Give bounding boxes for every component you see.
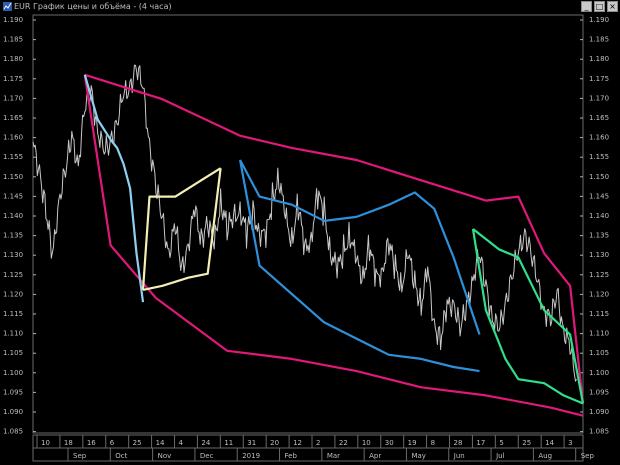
x-axis: 10 18 16 6 25 14 4 24 11 31 20 12 2 22 10 30 19 8 28 17 5 25 1… — [32, 434, 595, 462]
series-light-blue — [83, 74, 145, 303]
x-day-label: 14 — [156, 439, 165, 447]
x-month-label: Sep — [73, 452, 87, 460]
y-tick-label-left: 1.130 — [3, 251, 23, 259]
y-tick-label-left: 1.090 — [3, 408, 23, 416]
y-tick-label-right: 1.120 — [589, 290, 609, 298]
y-tick-label-right: 1.090 — [589, 408, 609, 416]
x-day-label: 18 — [64, 439, 73, 447]
x-day-label: 2 — [316, 439, 320, 447]
x-day-label: 25 — [133, 439, 142, 447]
x-month-label: Jul — [495, 452, 505, 460]
chart-series — [32, 64, 585, 417]
y-tick-label-right: 1.175 — [589, 75, 609, 83]
series-outer-upper — [84, 73, 585, 404]
x-day-label: 5 — [499, 439, 503, 447]
x-month-label: Mar — [327, 452, 340, 460]
y-tick-label-right: 1.165 — [589, 114, 609, 122]
x-month-label: Dec — [200, 452, 214, 460]
x-day-label: 12 — [293, 439, 302, 447]
y-tick-label-left: 1.175 — [3, 75, 23, 83]
y-tick-label-left: 1.190 — [3, 16, 23, 24]
y-tick-label-right: 1.180 — [589, 55, 609, 63]
y-tick-label-left: 1.185 — [3, 36, 23, 44]
x-month-label: Aug — [538, 452, 552, 460]
chart-window: EUR График цены и объёма - (4 часа) _ □ … — [0, 0, 620, 465]
y-tick-label-left: 1.100 — [3, 369, 23, 377]
y-tick-label-left: 1.145 — [3, 192, 23, 200]
plot-frame — [32, 14, 584, 434]
x-day-label: 4 — [179, 439, 184, 447]
y-axis-left: 1.190 1.185 1.180 1.175 1.170 1.165 1.160 1.155… — [3, 16, 36, 436]
y-tick-label-left: 1.085 — [3, 428, 23, 436]
x-day-label: 19 — [408, 439, 417, 447]
y-tick-label-right: 1.105 — [589, 349, 609, 357]
x-month-label: Nov — [158, 452, 172, 460]
x-day-label: 30 — [385, 439, 394, 447]
x-month-label: Oct — [115, 452, 127, 460]
y-axis-right: 1.190 1.185 1.180 1.175 1.170 1.165 1.160 1.155… — [580, 16, 609, 436]
x-day-label: 24 — [201, 439, 210, 447]
x-day-label: 8 — [431, 439, 435, 447]
y-tick-label-left: 1.150 — [3, 173, 23, 181]
y-tick-label-left: 1.140 — [3, 212, 23, 220]
price-chart[interactable]: 1.190 1.185 1.180 1.175 1.170 1.165 1.160 1.155… — [0, 0, 620, 465]
y-tick-label-right: 1.095 — [589, 388, 609, 396]
y-tick-label-left: 1.165 — [3, 114, 23, 122]
x-day-label: 10 — [362, 439, 371, 447]
x-month-label: Jun — [453, 452, 465, 460]
y-tick-label-left: 1.095 — [3, 388, 23, 396]
y-tick-label-left: 1.170 — [3, 94, 23, 102]
x-day-label: 16 — [87, 439, 96, 447]
y-tick-label-left: 1.110 — [3, 330, 23, 338]
y-tick-label-left: 1.125 — [3, 271, 23, 279]
y-tick-label-left: 1.105 — [3, 349, 23, 357]
x-day-label: 20 — [270, 439, 279, 447]
x-day-label: 11 — [224, 439, 233, 447]
y-tick-label-right: 1.170 — [589, 94, 609, 102]
y-tick-label-left: 1.120 — [3, 290, 23, 298]
y-tick-label-right: 1.145 — [589, 192, 609, 200]
y-tick-label-right: 1.100 — [589, 369, 609, 377]
x-day-label: 25 — [522, 439, 531, 447]
x-day-label: 3 — [568, 439, 572, 447]
x-month-label: 2019 — [242, 452, 260, 460]
y-tick-label-left: 1.135 — [3, 232, 23, 240]
y-tick-label-right: 1.185 — [589, 36, 609, 44]
x-day-label: 17 — [476, 439, 485, 447]
x-month-label: Sep — [581, 452, 595, 460]
x-day-label: 28 — [454, 439, 463, 447]
y-tick-label-left: 1.115 — [3, 310, 23, 318]
y-tick-label-right: 1.160 — [589, 134, 609, 142]
x-day-label: 14 — [545, 439, 554, 447]
y-tick-label-right: 1.130 — [589, 251, 609, 259]
y-tick-label-left: 1.160 — [3, 134, 23, 142]
x-month-label: Feb — [285, 452, 298, 460]
x-day-label: 6 — [110, 439, 115, 447]
y-tick-label-right: 1.155 — [589, 153, 609, 161]
y-tick-label-right: 1.190 — [589, 16, 609, 24]
y-tick-label-left: 1.155 — [3, 153, 23, 161]
x-month-label: Apr — [369, 452, 381, 460]
y-tick-label-right: 1.150 — [589, 173, 609, 181]
y-tick-label-right: 1.110 — [589, 330, 609, 338]
y-tick-label-right: 1.140 — [589, 212, 609, 220]
x-day-label: 31 — [247, 439, 256, 447]
x-month-label: May — [411, 452, 425, 460]
y-tick-label-right: 1.135 — [589, 232, 609, 240]
series-green-lower — [471, 228, 584, 405]
x-day-label: 22 — [339, 439, 348, 447]
y-tick-label-right: 1.085 — [589, 428, 609, 436]
y-tick-label-right: 1.115 — [589, 310, 609, 318]
x-day-label: 10 — [41, 439, 50, 447]
y-tick-label-right: 1.125 — [589, 271, 609, 279]
y-tick-label-left: 1.180 — [3, 55, 23, 63]
